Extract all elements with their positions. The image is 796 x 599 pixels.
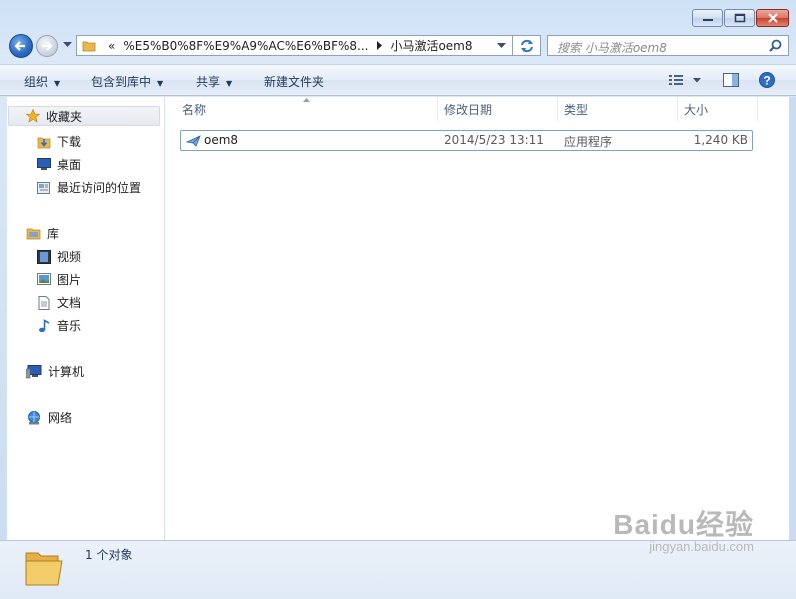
view-options-icon[interactable] [669,74,683,86]
column-header-modified[interactable]: 修改日期 [438,97,558,121]
column-header-label: 大小 [684,102,709,117]
application-icon [186,135,201,147]
file-list-pane: 名称 修改日期 类型 大小 oem8 2014/5/23 13:11 应用程序 … [165,97,789,540]
recent-pages-dropdown-icon[interactable] [63,42,72,48]
caption-buttons [692,9,789,27]
documents-library-icon [38,295,50,310]
back-button[interactable] [9,34,33,58]
organize-label: 组织 [24,75,49,89]
chevron-down-icon: ▼ [226,79,233,88]
sidebar-item-favorites[interactable]: 收藏夹 [8,106,160,126]
file-modified: 2014/5/23 13:11 [444,133,544,147]
sidebar-item-label: 图片 [57,273,82,287]
sidebar-item-label: 下载 [57,135,82,149]
star-icon [26,109,40,123]
new-folder-button[interactable]: 新建文件夹 [264,73,324,90]
sidebar-item-label: 网络 [48,411,73,425]
download-folder-icon [37,137,51,148]
sidebar-item-pictures[interactable]: 图片 [37,271,81,288]
column-header-size[interactable]: 大小 [678,97,758,121]
sidebar-item-label: 库 [47,227,60,241]
address-bar[interactable]: « %E5%B0%8F%E9%A9%AC%E6%BF%8... 小马激活oem8 [76,35,513,56]
address-current-folder[interactable]: 小马激活oem8 [390,37,472,54]
column-header-type[interactable]: 类型 [558,97,678,121]
sidebar-item-network[interactable]: 网络 [26,409,72,426]
chevron-right-icon[interactable] [375,41,383,50]
sidebar-item-label: 文档 [57,296,82,310]
address-path-segment[interactable]: %E5%B0%8F%E9%A9%AC%E6%BF%8... [123,39,368,53]
file-type: 应用程序 [564,135,613,149]
include-in-library-label: 包含到库中 [91,75,152,89]
video-library-icon [37,249,51,264]
sidebar-item-recent-places[interactable]: 最近访问的位置 [37,179,141,196]
sidebar-item-libraries[interactable]: 库 [26,225,59,242]
maximize-icon[interactable] [724,9,755,27]
help-icon[interactable]: ? [759,72,775,88]
folder-icon [82,41,96,51]
column-header-label: 修改日期 [444,102,493,117]
window-border-right [789,97,796,540]
close-icon[interactable] [756,9,789,27]
share-menu[interactable]: 共享 ▼ [196,73,232,90]
explorer-window: « %E5%B0%8F%E9%A9%AC%E6%BF%8... 小马激活oem8… [0,0,796,599]
share-label: 共享 [196,75,221,89]
refresh-icon [520,39,533,52]
watermark-url: jingyan.baidu.com [649,539,754,554]
sidebar-item-label: 最近访问的位置 [57,181,142,195]
svg-text:?: ? [763,74,770,88]
refresh-button[interactable] [513,35,541,56]
libraries-icon [26,228,41,240]
column-header-label: 类型 [564,102,589,117]
command-bar: 组织 ▼ 包含到库中 ▼ 共享 ▼ 新建文件夹 ? [0,64,796,96]
recent-places-icon [37,181,50,194]
column-header-label: 名称 [182,102,207,117]
sidebar-item-documents[interactable]: 文档 [37,294,81,311]
status-item-count: 1 个对象 [85,548,133,562]
table-row[interactable]: oem8 2014/5/23 13:11 应用程序 1,240 KB [180,130,753,151]
sidebar-item-videos[interactable]: 视频 [37,248,81,265]
forward-button[interactable] [36,35,58,57]
include-in-library-menu[interactable]: 包含到库中 ▼ [91,73,163,90]
column-header-name[interactable]: 名称 [165,97,438,121]
sidebar-item-label: 音乐 [57,319,82,333]
chevron-down-icon: ▼ [54,79,61,88]
desktop-icon [37,158,51,170]
sidebar-item-label: 视频 [57,250,82,264]
computer-icon [26,364,42,378]
chevron-down-icon: ▼ [157,79,164,88]
file-size: 1,240 KB [693,133,748,147]
search-box[interactable]: 搜索 小马激活oem8 [547,35,789,56]
sidebar-item-downloads[interactable]: 下载 [37,133,81,150]
watermark-brand: Baidu经验 [613,509,754,540]
navigation-bar: « %E5%B0%8F%E9%A9%AC%E6%BF%8... 小马激活oem8… [0,32,796,60]
search-input[interactable]: 搜索 小马激活oem8 [557,39,667,56]
sidebar-item-label: 收藏夹 [46,109,83,124]
pictures-library-icon [37,273,51,285]
minimize-icon[interactable] [692,9,723,27]
organize-menu[interactable]: 组织 ▼ [24,73,60,90]
sidebar-item-label: 计算机 [48,365,85,379]
address-overflow[interactable]: « [108,39,115,53]
view-dropdown-icon[interactable] [693,78,701,83]
forward-arrow-icon [42,41,53,51]
sidebar-item-music[interactable]: 音乐 [37,317,81,334]
search-icon[interactable] [769,39,782,52]
address-dropdown-icon[interactable] [497,42,506,49]
sidebar-item-desktop[interactable]: 桌面 [37,156,81,173]
back-arrow-icon [14,41,25,51]
file-name: oem8 [204,133,239,147]
sidebar-item-label: 桌面 [57,158,82,172]
network-icon [28,410,40,424]
preview-pane-icon[interactable] [723,73,739,87]
watermark: Baidu经验 jingyan.baidu.com [613,510,754,554]
navigation-pane: 收藏夹 下载 桌面 最近访问的位置 库 视频 图片 文档 音乐 计算机 网络 [7,97,164,540]
music-library-icon [39,318,50,332]
folder-large-icon [25,552,63,586]
sidebar-item-computer[interactable]: 计算机 [26,363,84,380]
